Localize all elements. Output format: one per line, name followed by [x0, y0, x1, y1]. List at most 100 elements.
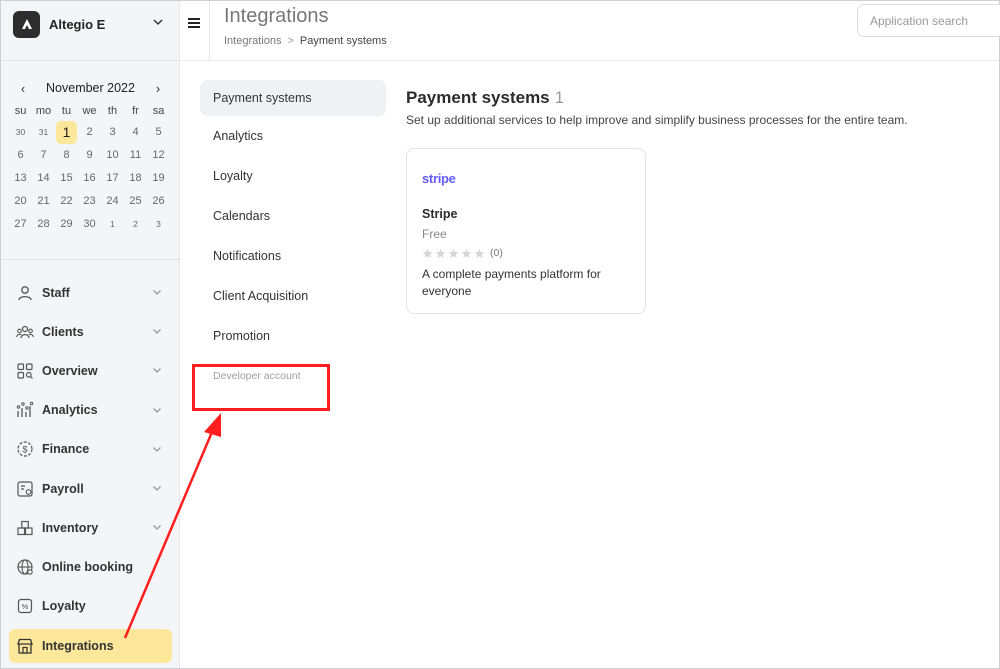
section-subtitle: Set up additional services to help impro… [406, 113, 908, 127]
globe-icon [16, 558, 34, 576]
page-title: Integrations [224, 5, 329, 27]
calendar-day[interactable]: 12 [147, 144, 170, 167]
chevron-down-icon[interactable] [152, 444, 162, 454]
sidebar-item-label: Inventory [42, 520, 99, 535]
calendar-day[interactable]: 21 [32, 190, 55, 213]
calendar-day[interactable]: 28 [32, 213, 55, 236]
category-payment-systems[interactable]: Payment systems [200, 80, 386, 116]
sidebar-item-payroll[interactable]: Payroll [1, 469, 180, 508]
calendar-day[interactable]: 17 [101, 167, 124, 190]
section-count: 1 [554, 88, 565, 107]
calendar-day[interactable]: 24 [101, 190, 124, 213]
calendar-day[interactable]: 18 [124, 167, 147, 190]
application-search-input[interactable] [857, 4, 1000, 37]
calendar-weekday: mo [35, 105, 52, 117]
integration-description: A complete payments platform for everyon… [422, 267, 601, 298]
company-logo-icon [13, 10, 40, 38]
chevron-down-icon[interactable] [152, 326, 162, 336]
star-icon [474, 248, 485, 258]
calendar-day[interactable]: 23 [78, 190, 101, 213]
rating: (0) [422, 247, 503, 259]
calendar-day[interactable]: 11 [124, 144, 147, 167]
sidebar-item-overview[interactable]: Overview [1, 351, 180, 390]
calendar-day[interactable]: 7 [32, 144, 55, 167]
star-icon [422, 248, 433, 258]
sidebar-item-inventory[interactable]: Inventory [1, 508, 180, 547]
calendar-weekday: th [107, 105, 118, 117]
calendar-day[interactable]: 31 [32, 121, 55, 144]
sidebar-item-analytics[interactable]: Analytics [1, 391, 180, 430]
divider [1, 60, 180, 61]
calendar-day[interactable]: 9 [78, 144, 101, 167]
calendar-day[interactable]: 30 [9, 121, 32, 144]
sidebar-item-loyalty[interactable]: % Loyalty [1, 587, 180, 626]
inventory-icon [16, 519, 34, 537]
calendar-day[interactable]: 13 [9, 167, 32, 190]
sidebar-item-label: Loyalty [42, 599, 86, 614]
svg-text:%: % [22, 602, 29, 611]
breadcrumb-link[interactable]: Integrations [224, 35, 281, 47]
store-icon [16, 637, 34, 655]
hamburger-menu-icon[interactable] [188, 17, 200, 29]
category-client-acquisition[interactable]: Client Acquisition [200, 276, 386, 316]
calendar-day[interactable]: 4 [124, 121, 147, 144]
calendar-day[interactable]: 5 [147, 121, 170, 144]
sidebar-item-staff[interactable]: Staff [1, 273, 180, 312]
analytics-icon [16, 401, 34, 419]
prev-month-icon[interactable]: ‹ [15, 81, 31, 99]
chevron-down-icon[interactable] [152, 287, 162, 297]
next-month-icon[interactable]: › [150, 81, 166, 99]
overview-icon [16, 362, 34, 380]
integration-price: Free [422, 227, 447, 241]
sidebar-item-label: Finance [42, 442, 90, 457]
sidebar-item-label: Staff [42, 285, 70, 300]
sidebar-item-finance[interactable]: $ Finance [1, 430, 180, 469]
calendar-day[interactable]: 15 [55, 167, 78, 190]
chevron-down-icon[interactable] [152, 405, 162, 415]
category-promotion[interactable]: Promotion [200, 316, 386, 356]
calendar-day[interactable]: 1 [101, 213, 124, 236]
calendar-day[interactable]: 29 [55, 213, 78, 236]
calendar-day[interactable]: 3 [147, 213, 170, 236]
sidebar-item-integrations[interactable]: Integrations [9, 628, 172, 663]
sidebar-item-online-booking[interactable]: Online booking [1, 547, 180, 586]
calendar-weekday: tu [61, 105, 72, 117]
finance-icon: $ [16, 440, 34, 458]
calendar-day[interactable]: 19 [147, 167, 170, 190]
category-calendars[interactable]: Calendars [200, 196, 386, 236]
star-icon [435, 248, 446, 258]
calendar-day[interactable]: 10 [101, 144, 124, 167]
calendar-day[interactable]: 14 [32, 167, 55, 190]
category-notifications[interactable]: Notifications [200, 236, 386, 276]
top-bar: Integrations Integrations > Payment system… [181, 1, 1000, 61]
svg-text:$: $ [22, 445, 27, 455]
calendar-day[interactable]: 6 [9, 144, 32, 167]
mini-calendar: ‹ November 2022 › su mo tu we th fr sa 30 31 1 2 3 4… [1, 81, 180, 236]
calendar-day[interactable]: 30 [78, 213, 101, 236]
company-switcher[interactable]: Altegio E [1, 1, 180, 47]
calendar-day[interactable]: 16 [78, 167, 101, 190]
calendar-day[interactable]: 22 [55, 190, 78, 213]
calendar-day-today[interactable]: 1 [56, 121, 77, 144]
section-title-text: Payment systems [406, 88, 550, 107]
annotation-highlight-box [192, 364, 330, 411]
sidebar-item-clients[interactable]: Clients [1, 312, 180, 351]
calendar-month-label: November 2022 [46, 81, 135, 95]
integration-card-stripe[interactable]: stripe Stripe Free (0) A complete paymen… [406, 148, 646, 314]
chevron-down-icon[interactable] [152, 483, 162, 493]
calendar-day[interactable]: 20 [9, 190, 32, 213]
category-loyalty[interactable]: Loyalty [200, 156, 386, 196]
chevron-down-icon[interactable] [152, 522, 162, 532]
chevron-down-icon[interactable] [152, 365, 162, 375]
calendar-day[interactable]: 26 [147, 190, 170, 213]
calendar-day[interactable]: 3 [101, 121, 124, 144]
calendar-day[interactable]: 25 [124, 190, 147, 213]
category-analytics[interactable]: Analytics [200, 116, 386, 156]
sidebar-item-label: Analytics [42, 403, 98, 418]
calendar-day[interactable]: 8 [55, 144, 78, 167]
chevron-down-icon[interactable] [152, 16, 164, 28]
calendar-day[interactable]: 2 [124, 213, 147, 236]
calendar-day[interactable]: 27 [9, 213, 32, 236]
clients-icon [16, 323, 34, 341]
calendar-day[interactable]: 2 [78, 121, 101, 144]
